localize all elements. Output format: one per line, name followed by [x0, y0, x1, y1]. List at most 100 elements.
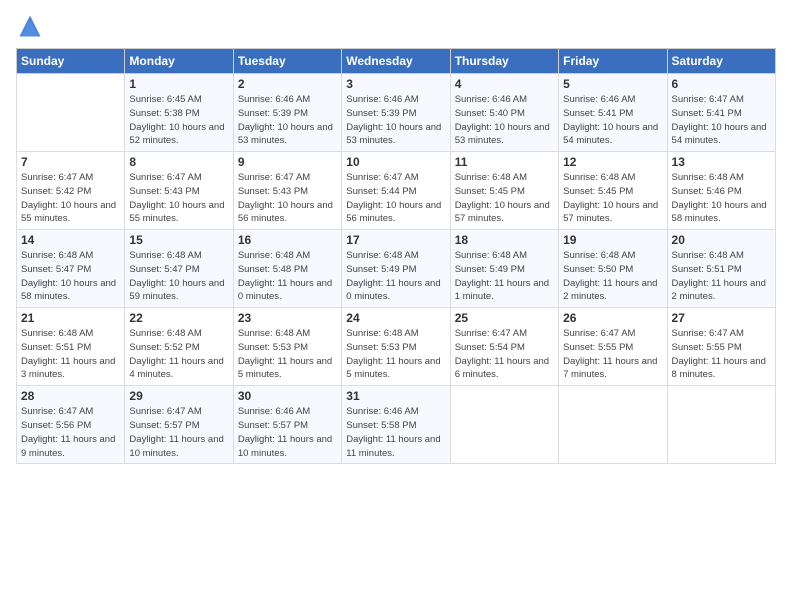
day-detail: Sunrise: 6:48 AMSunset: 5:45 PMDaylight:…: [563, 171, 662, 226]
calendar-cell: 14 Sunrise: 6:48 AMSunset: 5:47 PMDayligh…: [17, 230, 125, 308]
day-detail: Sunrise: 6:47 AMSunset: 5:57 PMDaylight:…: [129, 405, 228, 460]
calendar-cell: 5 Sunrise: 6:46 AMSunset: 5:41 PMDaylight…: [559, 74, 667, 152]
day-number: 11: [455, 155, 554, 169]
calendar-cell: 15 Sunrise: 6:48 AMSunset: 5:47 PMDayligh…: [125, 230, 233, 308]
day-number: 26: [563, 311, 662, 325]
calendar-cell: 28Sunrise: 6:47 AMSunset: 5:56 PMDayligh…: [17, 386, 125, 464]
calendar-cell: 8Sunrise: 6:47 AMSunset: 5:43 PMDaylight…: [125, 152, 233, 230]
calendar-cell: 29 Sunrise: 6:47 AMSunset: 5:57 PMDayligh…: [125, 386, 233, 464]
day-number: 29: [129, 389, 228, 403]
calendar-week-2: 7 Sunrise: 6:47 AMSunset: 5:42 PMDaylight…: [17, 152, 776, 230]
calendar-cell: [559, 386, 667, 464]
calendar-cell: 13 Sunrise: 6:48 AMSunset: 5:46 PMDayligh…: [667, 152, 775, 230]
day-number: 14: [21, 233, 120, 247]
day-detail: Sunrise: 6:46 AMSunset: 5:39 PMDaylight:…: [346, 93, 445, 148]
day-detail: Sunrise: 6:47 AMSunset: 5:41 PMDaylight:…: [672, 93, 771, 148]
day-number: 12: [563, 155, 662, 169]
day-number: 13: [672, 155, 771, 169]
day-number: 5: [563, 77, 662, 91]
day-detail: Sunrise: 6:48 AMSunset: 5:45 PMDaylight:…: [455, 171, 554, 226]
calendar-week-1: 1 Sunrise: 6:45 AMSunset: 5:38 PMDaylight…: [17, 74, 776, 152]
calendar-cell: 31Sunrise: 6:46 AMSunset: 5:58 PMDayligh…: [342, 386, 450, 464]
calendar-cell: 4Sunrise: 6:46 AMSunset: 5:40 PMDaylight…: [450, 74, 558, 152]
day-detail: Sunrise: 6:45 AMSunset: 5:38 PMDaylight:…: [129, 93, 228, 148]
calendar-week-5: 28Sunrise: 6:47 AMSunset: 5:56 PMDayligh…: [17, 386, 776, 464]
weekday-header-thursday: Thursday: [450, 49, 558, 74]
calendar-week-3: 14 Sunrise: 6:48 AMSunset: 5:47 PMDayligh…: [17, 230, 776, 308]
day-detail: Sunrise: 6:47 AMSunset: 5:55 PMDaylight:…: [563, 327, 662, 382]
day-detail: Sunrise: 6:48 AMSunset: 5:49 PMDaylight:…: [455, 249, 554, 304]
calendar-cell: 30Sunrise: 6:46 AMSunset: 5:57 PMDayligh…: [233, 386, 341, 464]
day-number: 20: [672, 233, 771, 247]
day-detail: Sunrise: 6:47 AMSunset: 5:43 PMDaylight:…: [129, 171, 228, 226]
day-detail: Sunrise: 6:47 AMSunset: 5:54 PMDaylight:…: [455, 327, 554, 382]
day-number: 6: [672, 77, 771, 91]
calendar-cell: 18Sunrise: 6:48 AMSunset: 5:49 PMDayligh…: [450, 230, 558, 308]
day-detail: Sunrise: 6:48 AMSunset: 5:51 PMDaylight:…: [21, 327, 120, 382]
calendar-cell: 22 Sunrise: 6:48 AMSunset: 5:52 PMDayligh…: [125, 308, 233, 386]
header: [16, 12, 776, 40]
calendar-cell: 9 Sunrise: 6:47 AMSunset: 5:43 PMDaylight…: [233, 152, 341, 230]
day-number: 23: [238, 311, 337, 325]
weekday-header-row: SundayMondayTuesdayWednesdayThursdayFrid…: [17, 49, 776, 74]
day-detail: Sunrise: 6:47 AMSunset: 5:44 PMDaylight:…: [346, 171, 445, 226]
calendar-cell: 21 Sunrise: 6:48 AMSunset: 5:51 PMDayligh…: [17, 308, 125, 386]
day-detail: Sunrise: 6:48 AMSunset: 5:47 PMDaylight:…: [129, 249, 228, 304]
day-detail: Sunrise: 6:48 AMSunset: 5:52 PMDaylight:…: [129, 327, 228, 382]
day-detail: Sunrise: 6:48 AMSunset: 5:50 PMDaylight:…: [563, 249, 662, 304]
weekday-header-saturday: Saturday: [667, 49, 775, 74]
calendar-cell: 19Sunrise: 6:48 AMSunset: 5:50 PMDayligh…: [559, 230, 667, 308]
day-detail: Sunrise: 6:48 AMSunset: 5:47 PMDaylight:…: [21, 249, 120, 304]
day-number: 2: [238, 77, 337, 91]
calendar-cell: 26 Sunrise: 6:47 AMSunset: 5:55 PMDayligh…: [559, 308, 667, 386]
calendar-cell: 20 Sunrise: 6:48 AMSunset: 5:51 PMDayligh…: [667, 230, 775, 308]
calendar-cell: 10Sunrise: 6:47 AMSunset: 5:44 PMDayligh…: [342, 152, 450, 230]
day-detail: Sunrise: 6:48 AMSunset: 5:51 PMDaylight:…: [672, 249, 771, 304]
day-detail: Sunrise: 6:48 AMSunset: 5:53 PMDaylight:…: [238, 327, 337, 382]
day-number: 21: [21, 311, 120, 325]
logo: [16, 12, 48, 40]
day-number: 24: [346, 311, 445, 325]
day-detail: Sunrise: 6:47 AMSunset: 5:55 PMDaylight:…: [672, 327, 771, 382]
page-container: SundayMondayTuesdayWednesdayThursdayFrid…: [0, 0, 792, 474]
logo-icon: [16, 12, 44, 40]
day-number: 7: [21, 155, 120, 169]
day-detail: Sunrise: 6:46 AMSunset: 5:41 PMDaylight:…: [563, 93, 662, 148]
calendar-cell: 11 Sunrise: 6:48 AMSunset: 5:45 PMDayligh…: [450, 152, 558, 230]
day-detail: Sunrise: 6:48 AMSunset: 5:53 PMDaylight:…: [346, 327, 445, 382]
calendar-cell: [450, 386, 558, 464]
calendar-cell: 27 Sunrise: 6:47 AMSunset: 5:55 PMDayligh…: [667, 308, 775, 386]
day-detail: Sunrise: 6:47 AMSunset: 5:42 PMDaylight:…: [21, 171, 120, 226]
calendar-cell: 23 Sunrise: 6:48 AMSunset: 5:53 PMDayligh…: [233, 308, 341, 386]
day-number: 15: [129, 233, 228, 247]
day-detail: Sunrise: 6:46 AMSunset: 5:40 PMDaylight:…: [455, 93, 554, 148]
day-number: 25: [455, 311, 554, 325]
calendar-week-4: 21 Sunrise: 6:48 AMSunset: 5:51 PMDayligh…: [17, 308, 776, 386]
day-number: 1: [129, 77, 228, 91]
day-number: 17: [346, 233, 445, 247]
day-detail: Sunrise: 6:48 AMSunset: 5:46 PMDaylight:…: [672, 171, 771, 226]
day-detail: Sunrise: 6:46 AMSunset: 5:58 PMDaylight:…: [346, 405, 445, 460]
day-number: 22: [129, 311, 228, 325]
day-detail: Sunrise: 6:47 AMSunset: 5:43 PMDaylight:…: [238, 171, 337, 226]
calendar-cell: 12 Sunrise: 6:48 AMSunset: 5:45 PMDayligh…: [559, 152, 667, 230]
day-detail: Sunrise: 6:46 AMSunset: 5:39 PMDaylight:…: [238, 93, 337, 148]
weekday-header-wednesday: Wednesday: [342, 49, 450, 74]
calendar-cell: 25 Sunrise: 6:47 AMSunset: 5:54 PMDayligh…: [450, 308, 558, 386]
day-number: 9: [238, 155, 337, 169]
calendar-cell: 1 Sunrise: 6:45 AMSunset: 5:38 PMDaylight…: [125, 74, 233, 152]
calendar-cell: 24 Sunrise: 6:48 AMSunset: 5:53 PMDayligh…: [342, 308, 450, 386]
calendar-cell: [17, 74, 125, 152]
weekday-header-friday: Friday: [559, 49, 667, 74]
day-detail: Sunrise: 6:48 AMSunset: 5:48 PMDaylight:…: [238, 249, 337, 304]
weekday-header-sunday: Sunday: [17, 49, 125, 74]
day-detail: Sunrise: 6:47 AMSunset: 5:56 PMDaylight:…: [21, 405, 120, 460]
calendar-cell: 3 Sunrise: 6:46 AMSunset: 5:39 PMDaylight…: [342, 74, 450, 152]
calendar-cell: 17 Sunrise: 6:48 AMSunset: 5:49 PMDayligh…: [342, 230, 450, 308]
weekday-header-tuesday: Tuesday: [233, 49, 341, 74]
calendar-cell: 2 Sunrise: 6:46 AMSunset: 5:39 PMDaylight…: [233, 74, 341, 152]
day-detail: Sunrise: 6:48 AMSunset: 5:49 PMDaylight:…: [346, 249, 445, 304]
day-number: 3: [346, 77, 445, 91]
calendar-table: SundayMondayTuesdayWednesdayThursdayFrid…: [16, 48, 776, 464]
day-number: 27: [672, 311, 771, 325]
